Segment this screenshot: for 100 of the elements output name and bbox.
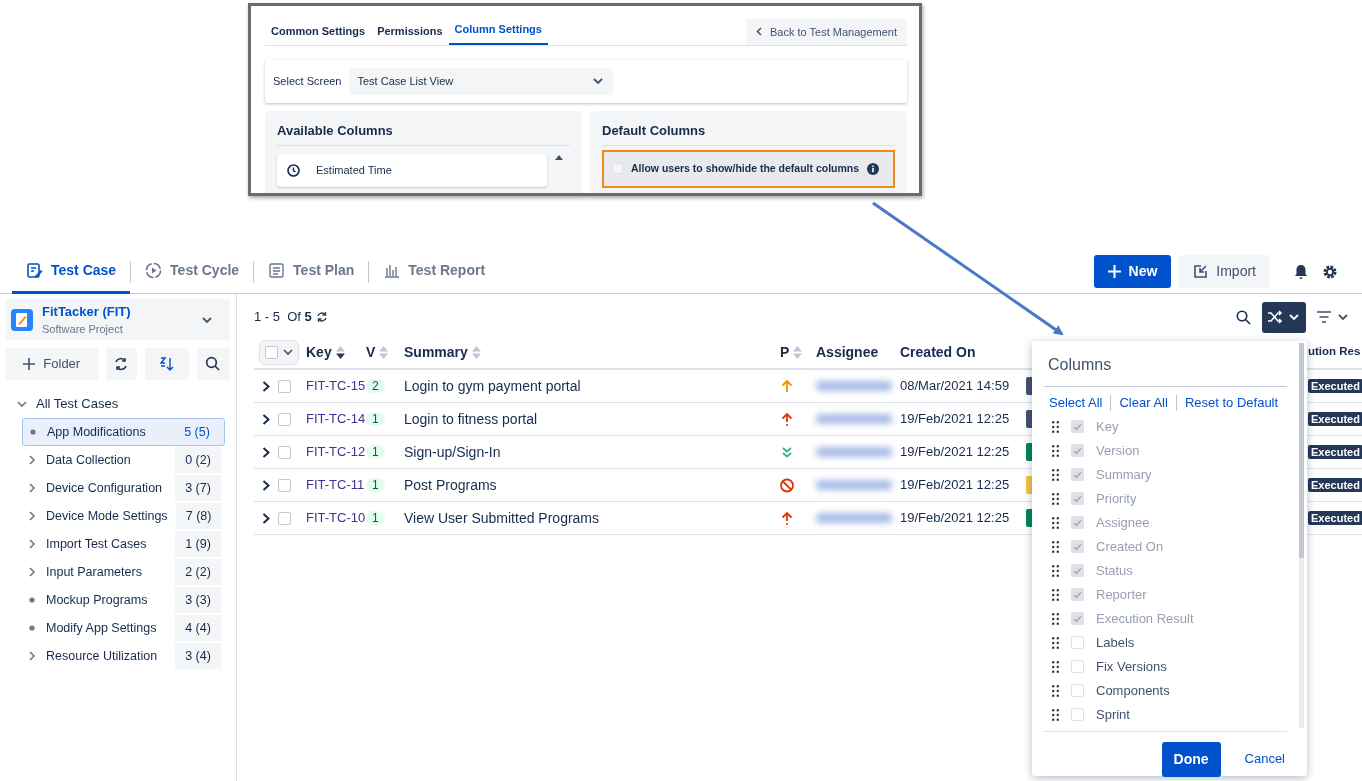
drag-handle-icon[interactable]	[1052, 588, 1059, 601]
issue-key-link[interactable]: FIT-TC-12	[306, 444, 366, 460]
row-checkbox[interactable]	[278, 379, 291, 393]
issue-key-link[interactable]: FIT-TC-15	[306, 378, 366, 394]
nav-tab[interactable]: Test Cycle	[131, 249, 254, 294]
chevron-right-icon[interactable]	[262, 479, 270, 491]
search-icon[interactable]	[1236, 309, 1251, 325]
shuffle-icon	[1267, 310, 1283, 324]
chevron-right-icon[interactable]	[262, 380, 270, 392]
tree-item[interactable]: Data Collection 0 (2)	[22, 446, 225, 474]
tree-item[interactable]: Import Test Cases 1 (9)	[22, 530, 225, 558]
checkbox[interactable]	[1071, 660, 1084, 673]
drag-handle-icon[interactable]	[1052, 708, 1059, 721]
drag-handle-icon[interactable]	[1052, 468, 1059, 481]
drag-handle-icon[interactable]	[1052, 660, 1059, 673]
issue-key-link[interactable]: FIT-TC-11	[306, 477, 365, 493]
column-header[interactable]: Summary	[404, 341, 468, 363]
drag-handle-icon[interactable]	[1052, 492, 1059, 505]
new-button[interactable]: New	[1093, 255, 1172, 288]
chevron-right-icon	[26, 538, 38, 550]
settings-tab[interactable]: Common Settings	[265, 18, 372, 45]
column-header: Created On	[900, 342, 976, 362]
result-badge: Executed	[1308, 412, 1362, 427]
tree-item[interactable]: Mockup Programs 3 (3)	[22, 586, 225, 614]
tree-item[interactable]: Input Parameters 2 (2)	[22, 558, 225, 586]
version-badge: 2	[366, 379, 385, 394]
bullet-icon	[26, 594, 38, 606]
popup-link[interactable]: Select All	[1049, 393, 1103, 413]
back-button[interactable]: Back to Test Management	[746, 18, 907, 45]
drag-handle-icon[interactable]	[1052, 612, 1059, 625]
project-selector[interactable]: FitTacker (FIT) Software Project	[6, 299, 230, 340]
column-header: ution Res	[1308, 344, 1361, 360]
column-header[interactable]: P	[780, 341, 790, 363]
nav-tab[interactable]: Test Case	[12, 249, 131, 294]
drag-handle-icon[interactable]	[1052, 516, 1059, 529]
settings-tab[interactable]: Permissions	[371, 18, 449, 45]
chevron-right-icon[interactable]	[262, 446, 270, 458]
scroll-up-icon[interactable]	[555, 154, 563, 160]
column-header[interactable]: Key	[306, 341, 332, 363]
column-toggle-button[interactable]	[1262, 301, 1306, 333]
tree-item[interactable]: App Modifications 5 (5)	[22, 418, 225, 446]
checkbox[interactable]	[1071, 636, 1084, 649]
checkbox[interactable]	[1071, 708, 1084, 721]
chevron-right-icon	[26, 566, 38, 578]
drag-handle-icon[interactable]	[1052, 540, 1059, 553]
filter-button[interactable]	[1316, 310, 1350, 324]
select-all-dropdown[interactable]	[259, 339, 299, 365]
tree-item[interactable]: Resource Utilization 3 (4)	[22, 642, 225, 670]
column-header[interactable]: V	[366, 341, 376, 363]
column-header: Assignee	[816, 342, 879, 362]
column-item[interactable]: Estimated Time	[277, 154, 547, 187]
play-circle-icon	[145, 262, 163, 279]
chevron-right-icon[interactable]	[262, 413, 270, 425]
scrollbar[interactable]	[1299, 343, 1304, 728]
popup-link[interactable]: Clear All	[1119, 393, 1168, 413]
tree-item[interactable]: Device Configuration 3 (7)	[22, 474, 225, 502]
cancel-button[interactable]: Cancel	[1244, 749, 1285, 769]
popup-link[interactable]: Reset to Default	[1184, 393, 1279, 413]
icon-button[interactable]	[105, 348, 137, 380]
document-edit-icon	[26, 262, 43, 279]
row-checkbox[interactable]	[278, 478, 291, 492]
tree-item[interactable]: Modify App Settings 4 (4)	[22, 614, 225, 642]
drag-handle-icon[interactable]	[1052, 636, 1059, 649]
row-checkbox[interactable]	[278, 445, 291, 459]
filter-icon	[1316, 311, 1332, 323]
chevron-right-icon[interactable]	[262, 512, 270, 524]
checkbox-label: Sprint	[1096, 705, 1130, 724]
tree-item[interactable]: Device Mode Settings 7 (8)	[22, 502, 225, 530]
chevron-right-icon	[26, 482, 38, 494]
item-count: 3 (3)	[175, 587, 221, 613]
drag-handle-icon[interactable]	[1052, 420, 1059, 433]
notepad-icon	[10, 307, 34, 332]
info-icon	[867, 162, 880, 175]
drag-handle-icon[interactable]	[1052, 684, 1059, 697]
icon-button[interactable]	[196, 348, 230, 380]
issue-key-link[interactable]: FIT-TC-10	[306, 510, 366, 526]
checkbox[interactable]	[1071, 684, 1084, 697]
bell-icon[interactable]	[1294, 263, 1308, 280]
project-name: FitTacker (FIT)	[42, 302, 132, 321]
settings-icon[interactable]	[1322, 263, 1338, 280]
refresh-icon[interactable]	[315, 311, 328, 323]
refresh-icon	[113, 356, 130, 372]
list-document-icon	[268, 262, 286, 279]
search-icon	[205, 356, 222, 372]
issue-key-link[interactable]: FIT-TC-14	[306, 411, 366, 427]
drag-handle-icon[interactable]	[1052, 564, 1059, 577]
select-field[interactable]: Test Case List View	[349, 68, 614, 95]
drag-handle-icon[interactable]	[1052, 444, 1059, 457]
settings-tab[interactable]: Column Settings	[448, 16, 548, 45]
item-count: 1 (9)	[175, 531, 221, 557]
sort-icon[interactable]	[335, 345, 345, 359]
row-checkbox[interactable]	[278, 412, 291, 426]
done-button[interactable]: Done	[1161, 741, 1221, 777]
nav-tab[interactable]: Test Report	[369, 249, 500, 294]
import-button[interactable]: Import	[1179, 255, 1270, 288]
folder-button[interactable]: Folder	[6, 348, 98, 380]
tree-item[interactable]: All Test Cases	[16, 390, 230, 418]
row-checkbox[interactable]	[278, 511, 291, 525]
checkbox-label: Reporter	[1096, 585, 1147, 604]
nav-tab[interactable]: Test Plan	[254, 249, 369, 294]
